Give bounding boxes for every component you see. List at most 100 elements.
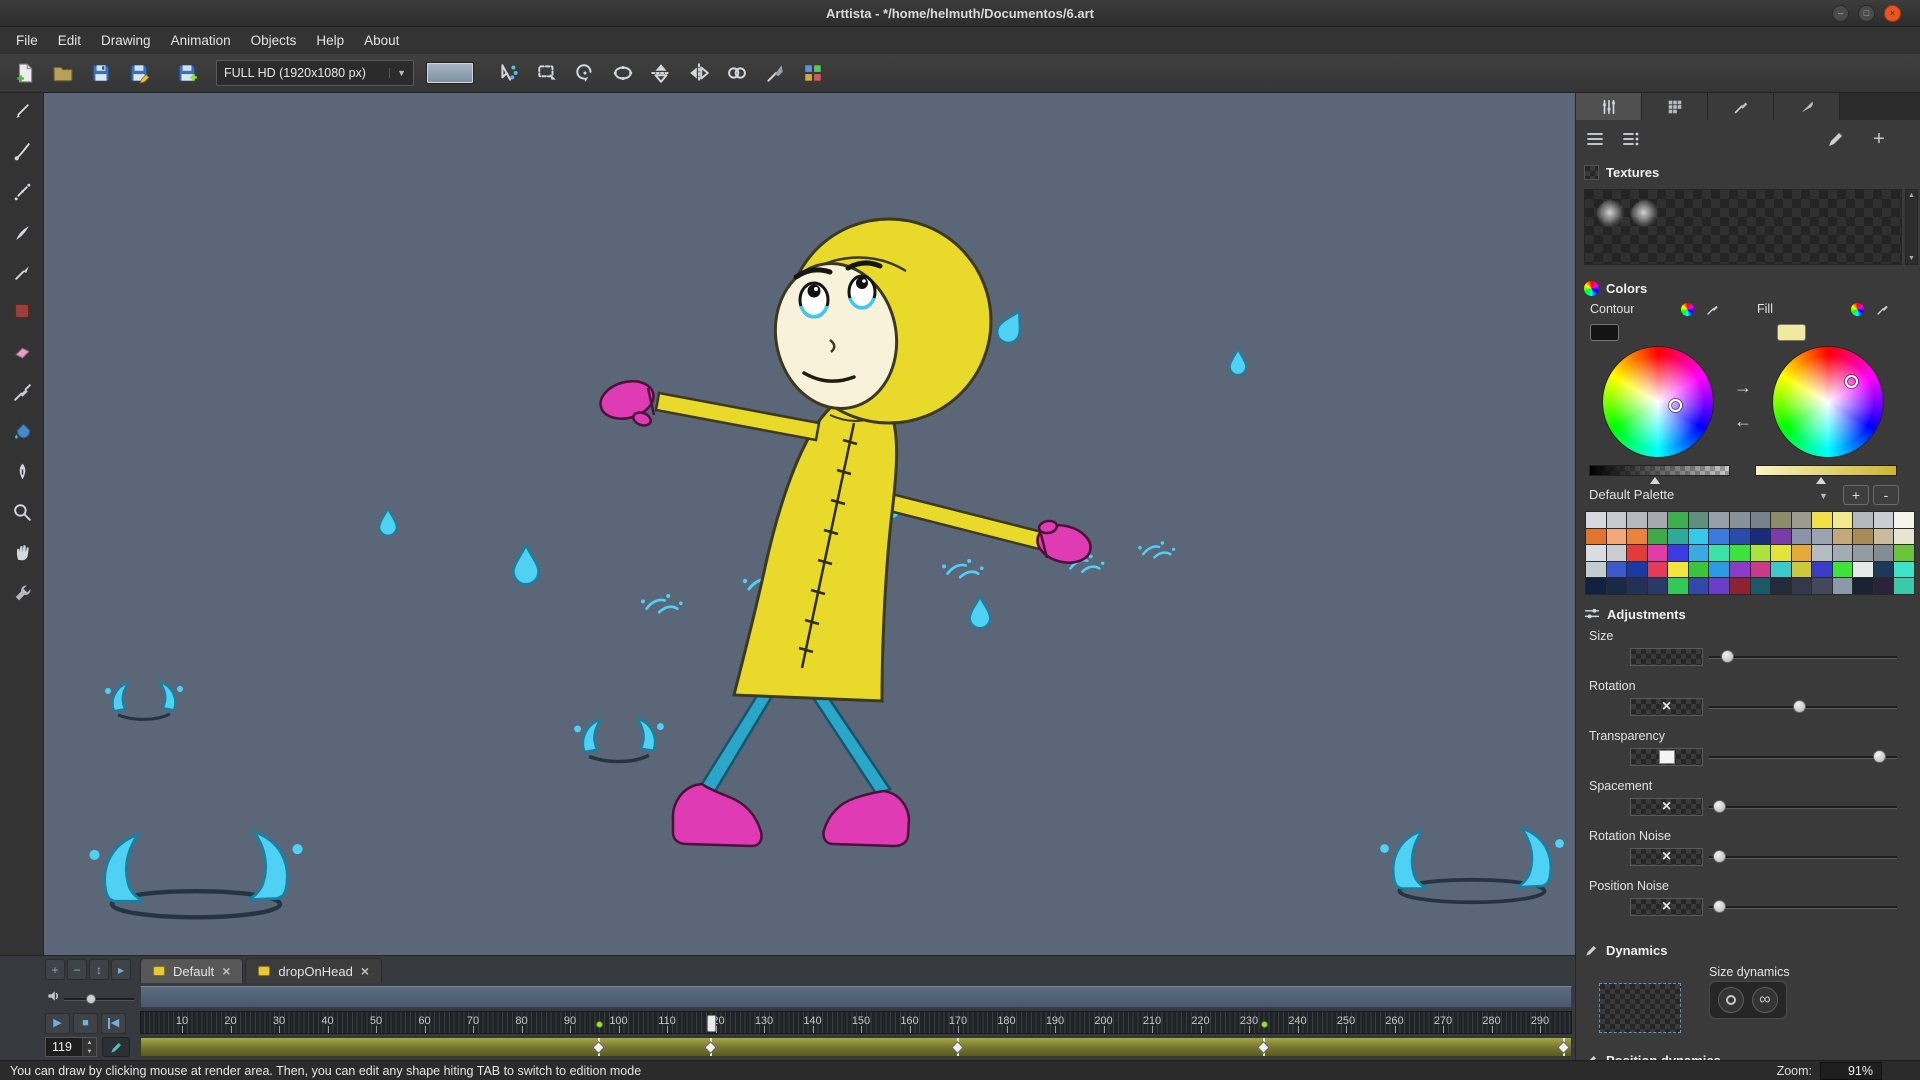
panel-tab-brushes[interactable] (1576, 93, 1642, 120)
timeline-track[interactable] (140, 1037, 1572, 1057)
palette-swatch[interactable] (1668, 562, 1688, 578)
palette-swatch[interactable] (1648, 545, 1668, 561)
palette-swatch[interactable] (1792, 529, 1812, 545)
colors-header[interactable]: Colors (1584, 279, 1647, 297)
shape-tool[interactable] (7, 296, 37, 326)
palette-swatch[interactable] (1751, 545, 1771, 561)
palette-swatch[interactable] (1771, 562, 1791, 578)
quill-pen-tool[interactable] (7, 218, 37, 248)
keyframe-dot[interactable] (1261, 1021, 1268, 1028)
track-marker[interactable] (598, 1038, 600, 1056)
nib-pen-tool[interactable] (7, 456, 37, 486)
select-tool-button[interactable] (530, 58, 564, 88)
palette-swatch[interactable] (1586, 578, 1606, 594)
palette-name[interactable]: Default Palette (1589, 487, 1674, 502)
adjustment-texture-box[interactable] (1630, 848, 1703, 866)
palette-swatch[interactable] (1648, 562, 1668, 578)
resolution-select[interactable]: FULL HD (1920x1080 px) ▼ (216, 60, 414, 86)
keyframe-pen-button[interactable] (102, 1037, 130, 1057)
menu-about[interactable]: About (354, 29, 409, 52)
palette-swatch[interactable] (1689, 529, 1709, 545)
adjustment-slider-thumb[interactable] (1873, 750, 1886, 763)
palette-swatch[interactable] (1874, 529, 1894, 545)
palette-swatch[interactable] (1894, 578, 1914, 594)
palette-swatch[interactable] (1792, 512, 1812, 528)
menu-objects[interactable]: Objects (241, 29, 307, 52)
palette-swatch[interactable] (1627, 545, 1647, 561)
palette-swatch[interactable] (1586, 545, 1606, 561)
dynamics-header[interactable]: Dynamics (1584, 941, 1667, 959)
menu-drawing[interactable]: Drawing (91, 29, 161, 52)
minimize-button[interactable]: – (1832, 5, 1849, 22)
palette-swatch[interactable] (1833, 512, 1853, 528)
palette-swatch[interactable] (1894, 545, 1914, 561)
adjustment-slider-thumb[interactable] (1713, 800, 1726, 813)
render-area[interactable] (44, 93, 1575, 955)
palette-swatch[interactable] (1792, 545, 1812, 561)
palette-remove-button[interactable]: - (1873, 485, 1899, 505)
palette-swatch[interactable] (1751, 578, 1771, 594)
constant-dynamics-button[interactable] (1718, 987, 1744, 1013)
palette-swatch[interactable] (1709, 529, 1729, 545)
palette-swatch[interactable] (1689, 562, 1709, 578)
contour-color-swatch[interactable] (1590, 324, 1619, 341)
contour-gradient-bar[interactable] (1589, 465, 1730, 476)
panel-tab-objects[interactable] (1642, 93, 1708, 120)
flip-vertical-button[interactable] (644, 58, 678, 88)
palette-swatch[interactable] (1730, 562, 1750, 578)
settings-wrench-tool[interactable] (7, 578, 37, 608)
fill-gradient-bar[interactable] (1755, 465, 1897, 476)
skip-to-start-button[interactable]: ◀ (101, 1013, 126, 1034)
add-layer-button[interactable]: + (45, 959, 65, 980)
palette-swatch[interactable] (1668, 578, 1688, 594)
track-marker[interactable] (1263, 1038, 1265, 1056)
fill-color-selector[interactable] (1845, 375, 1858, 388)
stipple-brush-tool[interactable] (7, 176, 37, 206)
palette-swatch[interactable] (1792, 578, 1812, 594)
adjustment-slider-thumb[interactable] (1713, 850, 1726, 863)
timeline-tab-default[interactable]: Default× (140, 958, 243, 983)
titlebar[interactable]: Arttista - */home/helmuth/Documentos/6.a… (0, 0, 1920, 27)
palette-swatch[interactable] (1771, 578, 1791, 594)
close-button[interactable]: × (1884, 5, 1901, 22)
palette-swatch[interactable] (1648, 529, 1668, 545)
palette-swatch[interactable] (1812, 562, 1832, 578)
play-button[interactable]: ▶ (45, 1013, 70, 1034)
palette-swatch[interactable] (1812, 545, 1832, 561)
sound-track-strip[interactable] (140, 986, 1572, 1008)
palette-swatch[interactable] (1874, 545, 1894, 561)
contour-wheel-icon[interactable] (1679, 301, 1695, 317)
sweep-tool-button[interactable] (758, 58, 792, 88)
palette-swatch[interactable] (1627, 578, 1647, 594)
palette-add-button[interactable]: + (1843, 485, 1869, 505)
fill-color-wheel[interactable] (1773, 347, 1883, 457)
palette-swatch[interactable] (1751, 512, 1771, 528)
palette-swatch[interactable] (1627, 529, 1647, 545)
palette-swatch[interactable] (1874, 578, 1894, 594)
palette-swatch[interactable] (1586, 529, 1606, 545)
menu-file[interactable]: File (6, 29, 48, 52)
adjustment-slider-thumb[interactable] (1793, 700, 1806, 713)
copy-fill-to-contour-arrow[interactable]: ← (1734, 411, 1752, 432)
size-dynamics-canvas[interactable] (1599, 983, 1681, 1033)
palette-swatch[interactable] (1689, 512, 1709, 528)
menu-help[interactable]: Help (306, 29, 354, 52)
palette-swatch[interactable] (1607, 578, 1627, 594)
palette-swatch[interactable] (1894, 562, 1914, 578)
palette-swatch[interactable] (1668, 529, 1688, 545)
palette-swatch[interactable] (1709, 512, 1729, 528)
copy-contour-to-fill-arrow[interactable]: → (1734, 377, 1752, 398)
fill-gradient-marker[interactable] (1816, 477, 1826, 484)
fill-bucket-tool[interactable] (7, 416, 37, 446)
contour-color-selector[interactable] (1669, 399, 1682, 412)
palette-swatch[interactable] (1586, 562, 1606, 578)
palette-swatch[interactable] (1689, 545, 1709, 561)
track-marker[interactable] (1563, 1038, 1565, 1056)
palette-swatch[interactable] (1730, 512, 1750, 528)
palette-swatch[interactable] (1586, 512, 1606, 528)
adjustment-slider-thumb[interactable] (1721, 650, 1734, 663)
palette-swatch[interactable] (1894, 529, 1914, 545)
pan-hand-tool[interactable] (7, 537, 37, 567)
adjustment-slider[interactable] (1709, 748, 1897, 766)
scroll-up-button[interactable]: ▲ (1908, 192, 1915, 199)
